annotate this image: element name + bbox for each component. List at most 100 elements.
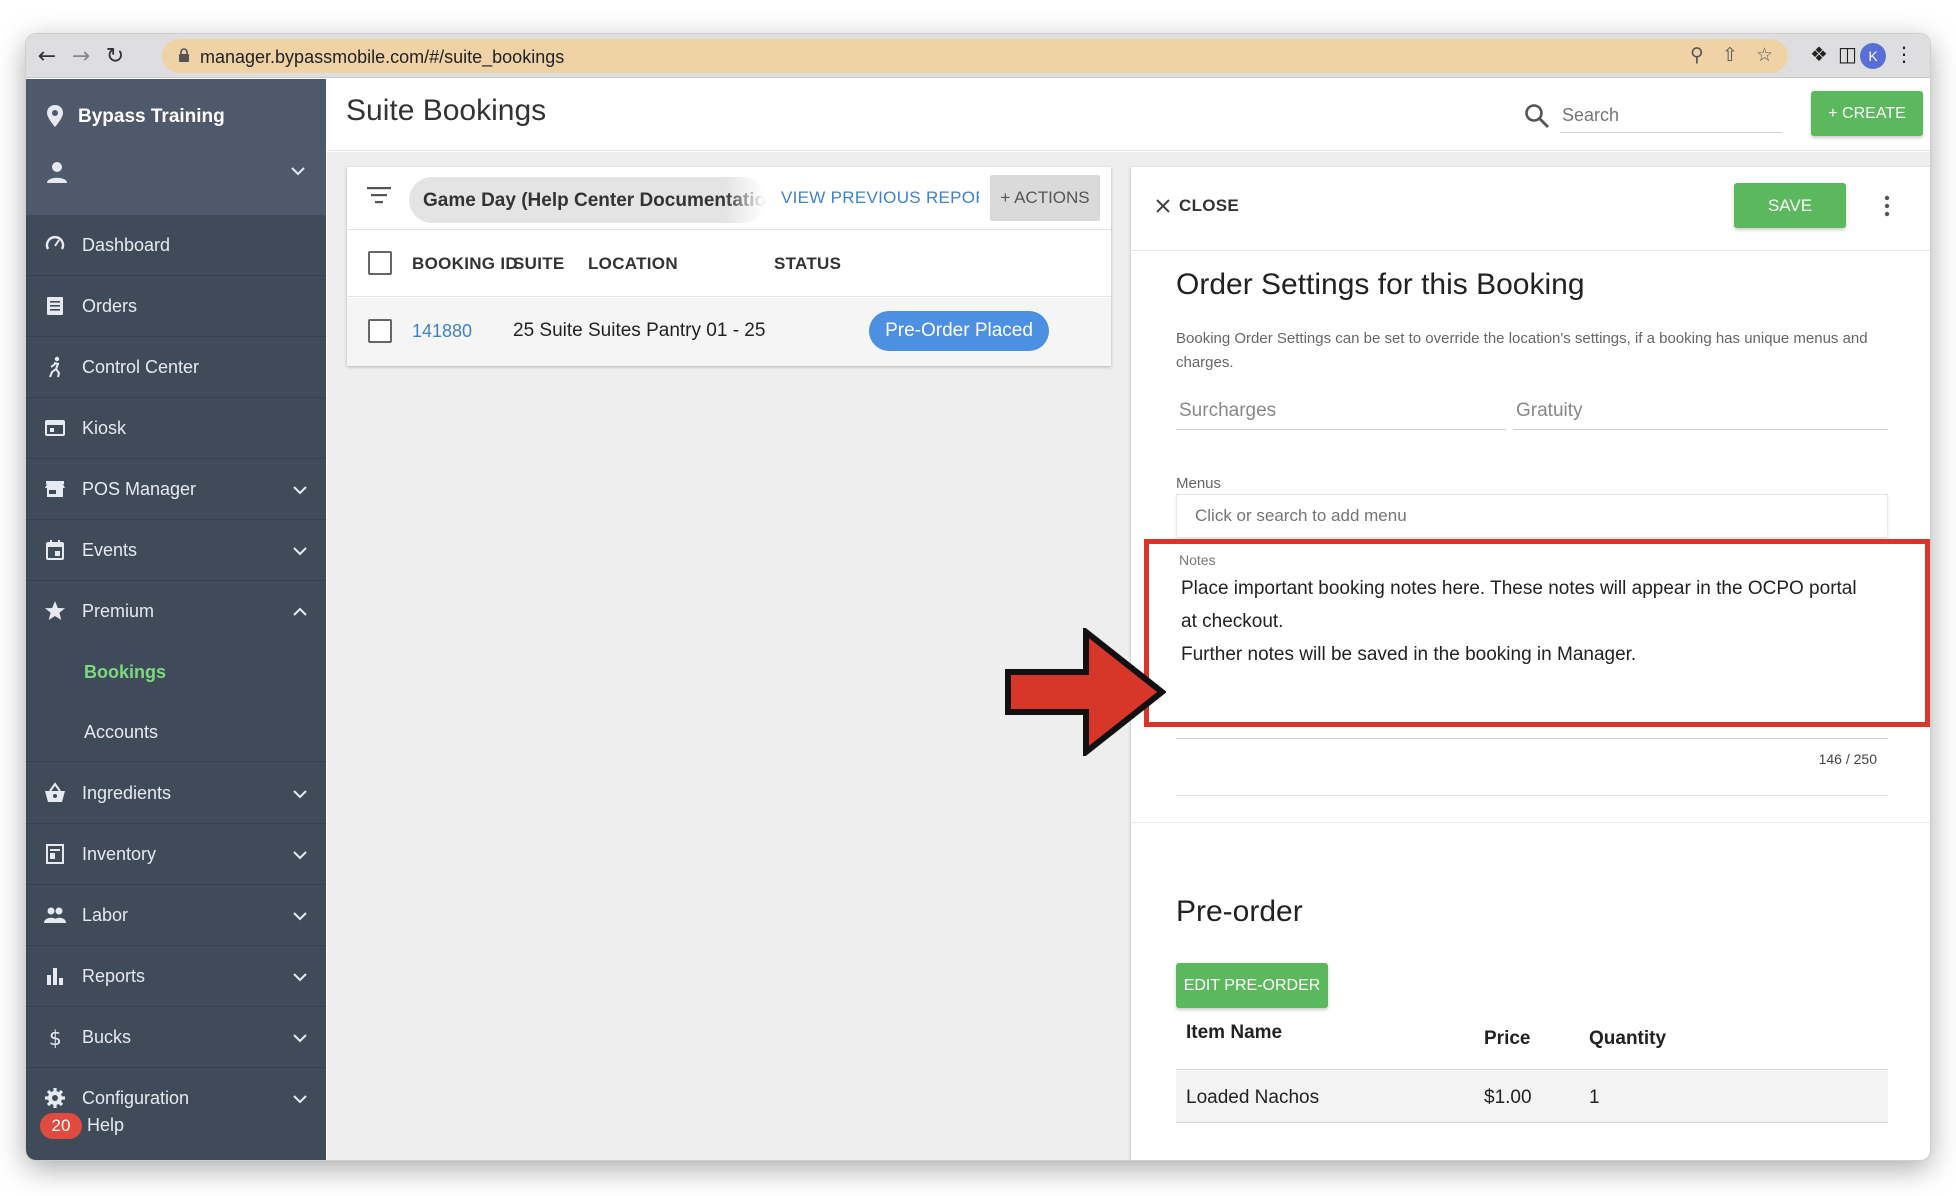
profile-avatar[interactable]: K: [1860, 43, 1886, 69]
chevron-down-icon: [293, 1034, 307, 1043]
sidebar-item-orders[interactable]: Orders: [26, 276, 326, 337]
location-pin-icon: [47, 105, 63, 127]
sidebar-item-label: Accounts: [84, 722, 159, 742]
sidebar-item-label: Bucks: [82, 1027, 132, 1047]
kiosk-icon: [45, 420, 65, 436]
notification-badge: 20: [40, 1113, 82, 1139]
suite-cell: 25 Suite: [513, 320, 583, 341]
gratuity-field[interactable]: Gratuity: [1513, 392, 1888, 430]
sidebar-item-bucks[interactable]: $ Bucks: [26, 1007, 326, 1068]
calendar-icon: [46, 540, 64, 560]
org-name: Bypass Training: [78, 106, 225, 127]
key-icon[interactable]: ⚲: [1690, 44, 1704, 66]
app-header: Suite Bookings + CREATE: [327, 79, 1930, 151]
sidebar-item-label: Dashboard: [82, 235, 171, 255]
section-title: Order Settings for this Booking: [1176, 268, 1585, 301]
search-input[interactable]: [1560, 99, 1782, 133]
menus-label: Menus: [1176, 475, 1222, 492]
more-vert-icon[interactable]: [1883, 195, 1891, 217]
view-previous-reports-link[interactable]: VIEW PREVIOUS REPORTS: [781, 188, 979, 208]
store-icon: [45, 481, 65, 497]
annotation-arrow-icon: [1005, 628, 1166, 756]
close-button[interactable]: CLOSE: [1155, 193, 1239, 219]
sidebar-item-premium[interactable]: Premium: [26, 581, 326, 642]
column-header: Quantity: [1589, 1028, 1667, 1049]
column-header[interactable]: BOOKING ID: [412, 254, 518, 274]
booking-id-link[interactable]: 141880: [412, 321, 472, 342]
table-row[interactable]: 141880 25 Suite Suites Pantry 01 - 25 Pr…: [347, 298, 1111, 366]
column-header[interactable]: LOCATION: [588, 254, 678, 274]
sidebar-item-inventory[interactable]: Inventory: [26, 824, 326, 885]
url-text: manager.bypassmobile.com/#/suite_booking…: [200, 47, 565, 67]
sidebar-item-label: Kiosk: [82, 418, 127, 438]
sidebar-item-labor[interactable]: Labor: [26, 885, 326, 946]
receipt-icon: [47, 297, 63, 315]
bar-chart-icon: [47, 968, 63, 985]
column-header[interactable]: STATUS: [774, 254, 841, 274]
sidebar-item-label: Reports: [82, 966, 146, 986]
browser-menu-icon[interactable]: ⋮: [1894, 42, 1914, 66]
save-button[interactable]: SAVE: [1734, 183, 1846, 228]
gratuity-label: Gratuity: [1516, 400, 1583, 421]
sidebar-item-label: Bookings: [84, 662, 167, 682]
bookmark-star-icon[interactable]: ☆: [1756, 44, 1773, 66]
surcharges-field[interactable]: Surcharges: [1176, 392, 1506, 430]
extensions-puzzle-icon[interactable]: ❖: [1810, 42, 1828, 66]
svg-text:$: $: [49, 1026, 62, 1048]
section-description: Booking Order Settings can be set to ove…: [1176, 330, 1868, 371]
divider: [1176, 795, 1888, 796]
menus-input[interactable]: [1176, 494, 1888, 538]
item-name-cell: Loaded Nachos: [1186, 1087, 1320, 1108]
preorder-table-header: Item Name Price Quantity: [1176, 1022, 1888, 1070]
sidebar-item-label: Ingredients: [82, 783, 172, 803]
notes-char-count: 146 / 250: [1818, 751, 1877, 767]
side-panel-icon[interactable]: ◫: [1838, 42, 1857, 66]
sidebar-item-events[interactable]: Events: [26, 520, 326, 581]
basket-icon: [45, 782, 65, 802]
forward-icon[interactable]: →: [68, 43, 94, 69]
sidebar-item-control-center[interactable]: Control Center: [26, 337, 326, 398]
people-icon: [44, 907, 66, 923]
search-icon[interactable]: [1524, 103, 1550, 129]
table-header: BOOKING ID SUITE LOCATION STATUS: [347, 229, 1111, 297]
sidebar-subitem-accounts[interactable]: Accounts: [26, 702, 326, 762]
row-checkbox[interactable]: [368, 319, 392, 343]
user-icon[interactable]: [46, 161, 68, 183]
help-button[interactable]: 20 Help: [26, 1105, 326, 1160]
sidebar-item-kiosk[interactable]: Kiosk: [26, 398, 326, 459]
sidebar-item-label: Labor: [82, 905, 129, 925]
inventory-icon: [46, 844, 64, 864]
back-icon[interactable]: ←: [34, 43, 60, 69]
sidebar-item-reports[interactable]: Reports: [26, 946, 326, 1007]
column-header: Item Name: [1186, 1022, 1283, 1043]
preorder-row: Loaded Nachos $1.00 1: [1176, 1071, 1888, 1123]
bookings-table-card: Game Day (Help Center Documentation) VIE…: [347, 167, 1111, 366]
address-bar[interactable]: manager.bypassmobile.com/#/suite_booking…: [162, 39, 1788, 73]
filter-icon[interactable]: [367, 185, 391, 205]
sidebar-header: Bypass Training: [26, 79, 326, 215]
reload-icon[interactable]: ↻: [102, 43, 128, 69]
runner-icon: [49, 356, 61, 378]
sidebar-item-dashboard[interactable]: Dashboard: [26, 215, 326, 276]
chevron-down-icon[interactable]: [290, 165, 306, 177]
create-button[interactable]: + CREATE: [1811, 91, 1923, 136]
chevron-down-icon: [293, 912, 307, 921]
star-icon: [45, 601, 65, 620]
report-chip-label: Game Day (Help Center Documentation): [423, 190, 765, 211]
sidebar: Bypass Training Dashboard Orders Control…: [26, 79, 326, 1160]
actions-button[interactable]: + ACTIONS: [990, 175, 1100, 221]
column-header[interactable]: SUITE: [513, 254, 565, 274]
sidebar-subitem-bookings[interactable]: Bookings: [26, 642, 326, 702]
chevron-down-icon: [293, 851, 307, 860]
edit-preorder-button[interactable]: EDIT PRE-ORDER: [1176, 963, 1328, 1008]
share-icon[interactable]: ⇧: [1722, 44, 1738, 66]
close-icon: [1156, 199, 1170, 213]
sidebar-item-label: Events: [82, 540, 138, 560]
annotation-highlight-box: [1144, 539, 1930, 727]
sidebar-item-ingredients[interactable]: Ingredients: [26, 763, 326, 824]
select-all-checkbox[interactable]: [368, 251, 392, 275]
chevron-down-icon: [293, 1095, 307, 1104]
report-chip[interactable]: Game Day (Help Center Documentation): [409, 177, 765, 223]
sidebar-item-pos-manager[interactable]: POS Manager: [26, 459, 326, 520]
sidebar-item-label: Inventory: [82, 844, 157, 864]
